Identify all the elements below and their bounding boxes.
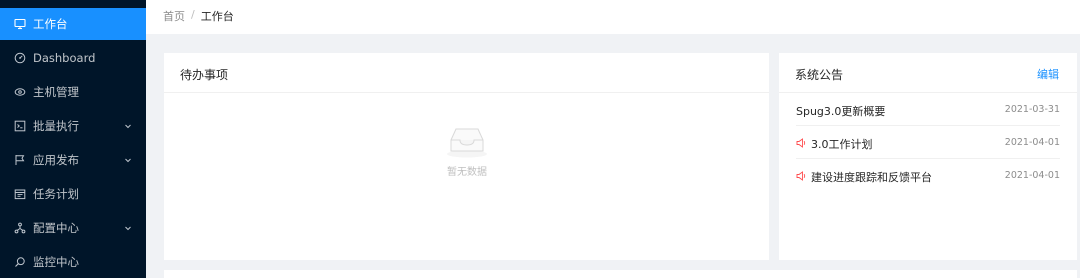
notice-date: 2021-03-31 xyxy=(1004,104,1060,115)
desktop-icon xyxy=(14,18,26,30)
dashboard-icon xyxy=(14,52,26,64)
breadcrumb-separator: / xyxy=(191,8,195,21)
sidebar-item-schedule[interactable]: 任务计划 xyxy=(0,178,146,210)
notice-card-header: 系统公告 编辑 xyxy=(779,53,1077,93)
todo-card-header: 待办事项 xyxy=(164,53,769,93)
sidebar-item-label: 批量执行 xyxy=(33,119,79,133)
sidebar-item-monitor[interactable]: 监控中心 xyxy=(0,246,146,278)
breadcrumb-home-link[interactable]: 首页 xyxy=(163,8,185,24)
chevron-down-icon xyxy=(124,224,132,232)
chevron-down-icon xyxy=(124,122,132,130)
sidebar-item-label: Dashboard xyxy=(33,51,96,65)
breadcrumb: 首页 / 工作台 xyxy=(163,8,234,24)
notice-title: 3.0工作计划 xyxy=(811,138,873,151)
notice-list: Spug3.0更新概要 2021-03-31 3.0工作计划 2021-04-0… xyxy=(779,93,1077,192)
notice-card: 系统公告 编辑 Spug3.0更新概要 2021-03-31 3.0工作计划 2… xyxy=(779,53,1077,260)
sound-icon xyxy=(796,137,807,151)
breadcrumb-current: 工作台 xyxy=(200,10,234,23)
sound-icon xyxy=(796,170,807,184)
sidebar-item-label: 监控中心 xyxy=(33,255,79,269)
todo-card-title: 待办事项 xyxy=(180,68,229,82)
sidebar: 工作台 Dashboard 主机管理 批量执行 应用发布 任务计划 配置中心 监… xyxy=(0,0,146,278)
empty-inbox-icon xyxy=(445,126,489,162)
sidebar-item-label: 任务计划 xyxy=(33,187,79,201)
sidebar-item-label: 配置中心 xyxy=(33,221,79,235)
notice-date: 2021-04-01 xyxy=(1004,170,1060,181)
sidebar-item-label: 主机管理 xyxy=(33,85,79,99)
notice-item[interactable]: 3.0工作计划 2021-04-01 xyxy=(796,126,1060,159)
deployment-icon xyxy=(14,222,26,234)
edit-notice-link[interactable]: 编辑 xyxy=(1037,66,1059,82)
notice-card-title: 系统公告 xyxy=(795,68,844,82)
flag-icon xyxy=(14,154,26,166)
todo-card: 待办事项 暂无数据 xyxy=(164,53,769,260)
notice-title: Spug3.0更新概要 xyxy=(796,105,886,118)
sidebar-item-config[interactable]: 配置中心 xyxy=(0,212,146,244)
sidebar-item-batch[interactable]: 批量执行 xyxy=(0,110,146,142)
notice-item[interactable]: 建设进度跟踪和反馈平台 2021-04-01 xyxy=(796,159,1060,192)
sidebar-item-hosts[interactable]: 主机管理 xyxy=(0,76,146,108)
notice-item[interactable]: Spug3.0更新概要 2021-03-31 xyxy=(796,93,1060,126)
sidebar-item-dashboard[interactable]: Dashboard xyxy=(0,42,146,74)
monitor-icon xyxy=(14,256,26,268)
bottom-card xyxy=(164,270,1077,278)
chevron-down-icon xyxy=(124,156,132,164)
sidebar-item-workbench[interactable]: 工作台 xyxy=(0,8,146,40)
sidebar-item-label: 工作台 xyxy=(33,17,68,31)
sidebar-item-deploy[interactable]: 应用发布 xyxy=(0,144,146,176)
notice-title: 建设进度跟踪和反馈平台 xyxy=(811,171,932,184)
empty-text: 暂无数据 xyxy=(447,167,487,178)
schedule-icon xyxy=(14,188,26,200)
sidebar-item-label: 应用发布 xyxy=(33,153,79,167)
notice-date: 2021-04-01 xyxy=(1004,137,1060,148)
cloud-server-icon xyxy=(14,86,26,98)
top-header: 首页 / 工作台 xyxy=(146,0,1080,34)
code-icon xyxy=(14,120,26,132)
